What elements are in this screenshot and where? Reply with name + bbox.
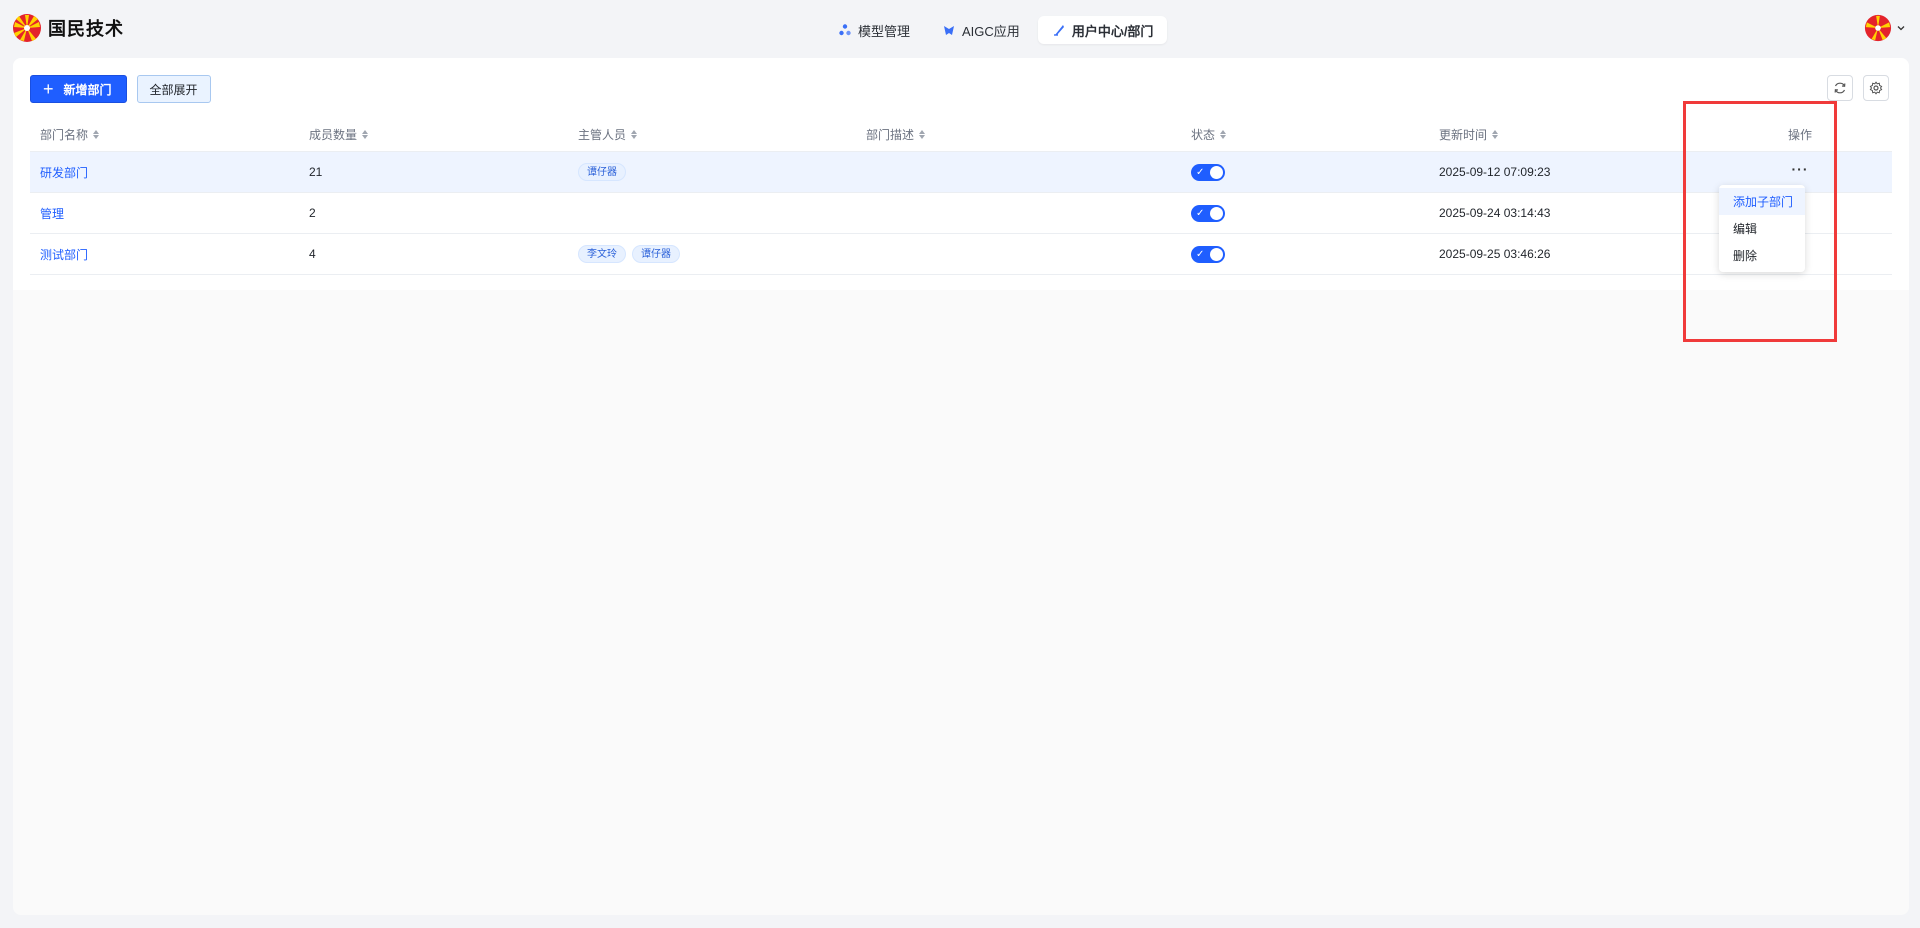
gear-icon [1869,81,1883,95]
tab-label: 用户中心/部门 [1071,23,1154,39]
logo-icon [13,14,41,42]
menu-item-add-sub-department[interactable]: 添加子部门 [1719,188,1805,215]
aigc-icon [944,26,955,35]
top-navigation: 模型管理 AIGC应用 用户中心/部门 [824,16,1168,44]
header-member-count[interactable]: 成员数量 [309,118,369,151]
model-icon [839,24,851,36]
sort-icon [919,130,926,139]
sort-icon [93,130,100,139]
header-status[interactable]: 状态 [1191,118,1227,151]
manager-tags: 李文玲 谭仔器 [578,234,686,274]
status-toggle[interactable]: ✓ [1191,163,1225,181]
manager-tag: 李文玲 [578,245,626,263]
table-toolbar: + 新增部门 全部展开 [30,75,211,103]
sort-icon [1220,130,1227,139]
refresh-button[interactable] [1827,75,1853,101]
tab-user-center[interactable]: 用户中心/部门 [1037,16,1168,44]
table-panel: + 新增部门 全部展开 部门名称 成员数量 主管人员 部门描述 状态 更新时间 … [13,58,1909,290]
brand-name: 国民技术 [48,19,124,39]
row-actions-menu: 添加子部门 编辑 删除 [1719,185,1805,272]
updated-time: 2025-09-25 03:46:26 [1439,247,1551,261]
add-department-label: 新增部门 [63,82,112,97]
tab-label: 模型管理 [858,23,911,39]
sort-icon [631,130,638,139]
member-count: 4 [309,247,316,261]
user-menu[interactable] [1864,14,1906,42]
top-header: 国民技术 模型管理 AIGC应用 用户中心/部门 [0,0,1920,58]
header-dept-name[interactable]: 部门名称 [40,118,100,151]
table-row[interactable]: 测试部门 4 李文玲 谭仔器 ✓ 2025-09-25 03:46:26 [30,234,1892,275]
updated-time: 2025-09-12 07:09:23 [1439,165,1551,179]
chevron-down-icon [1897,26,1905,31]
dept-name-link[interactable]: 研发部门 [40,164,88,181]
header-updated-time[interactable]: 更新时间 [1439,118,1499,151]
main-card: + 新增部门 全部展开 部门名称 成员数量 主管人员 部门描述 状态 更新时间 … [13,58,1909,915]
member-count: 21 [309,165,323,179]
menu-item-delete[interactable]: 删除 [1719,242,1805,269]
expand-all-button[interactable]: 全部展开 [136,75,211,103]
add-department-button[interactable]: + 新增部门 [30,75,127,103]
department-table: 部门名称 成员数量 主管人员 部门描述 状态 更新时间 操作 研发部门 21 谭… [30,118,1892,275]
settings-button[interactable] [1863,75,1889,101]
refresh-icon [1834,82,1846,94]
tab-aigc-application[interactable]: AIGC应用 [928,16,1034,44]
brand-logo[interactable]: 国民技术 [12,13,124,43]
status-toggle[interactable]: ✓ [1191,245,1225,263]
header-actions: 操作 [1787,128,1812,142]
table-tool-icons [1827,75,1889,101]
check-icon: ✓ [1196,248,1205,260]
tab-label: AIGC应用 [962,23,1020,39]
table-row[interactable]: 管理 2 ✓ 2025-09-24 03:14:43 [30,193,1892,234]
menu-item-edit[interactable]: 编辑 [1719,215,1805,242]
dept-name-link[interactable]: 测试部门 [40,246,88,263]
member-count: 2 [309,206,316,220]
check-icon: ✓ [1196,207,1205,219]
dept-name-link[interactable]: 管理 [40,205,64,222]
tab-model-management[interactable]: 模型管理 [824,16,924,44]
avatar [1864,14,1892,42]
manager-tag: 谭仔器 [632,245,680,263]
plus-icon: + [43,79,54,99]
check-icon: ✓ [1196,166,1205,178]
header-description[interactable]: 部门描述 [866,118,926,151]
updated-time: 2025-09-24 03:14:43 [1439,206,1551,220]
header-manager[interactable]: 主管人员 [578,118,638,151]
more-actions-button[interactable]: ··· [1792,161,1809,177]
user-center-icon [1053,25,1064,36]
manager-tag: 谭仔器 [578,163,626,181]
table-header: 部门名称 成员数量 主管人员 部门描述 状态 更新时间 操作 [30,118,1892,152]
manager-tags: 谭仔器 [578,152,632,192]
status-toggle[interactable]: ✓ [1191,204,1225,222]
sort-icon [362,130,369,139]
table-row[interactable]: 研发部门 21 谭仔器 ✓ 2025-09-12 07:09:23 ··· [30,152,1892,193]
sort-icon [1492,130,1499,139]
